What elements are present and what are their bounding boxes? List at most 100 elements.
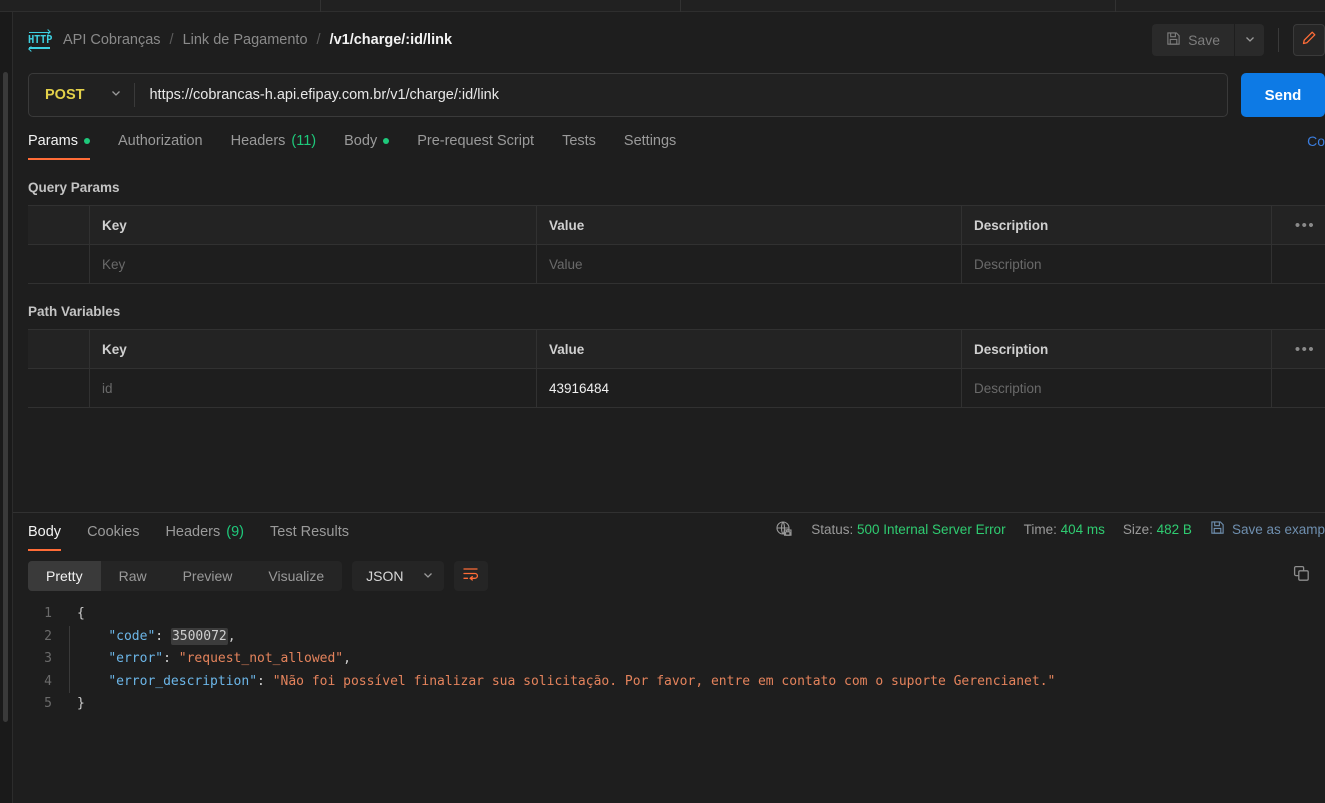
path-variable-description-input[interactable]: Description bbox=[962, 369, 1272, 407]
path-variable-value-input[interactable]: 43916484 bbox=[537, 369, 962, 407]
globe-lock-icon[interactable] bbox=[775, 520, 793, 538]
status-label: Status: bbox=[811, 521, 854, 537]
query-params-title: Query Params bbox=[28, 180, 120, 195]
copy-icon bbox=[1293, 565, 1310, 587]
chevron-down-icon bbox=[422, 568, 434, 584]
json-number: 3500072 bbox=[170, 627, 228, 645]
table-row: Key Value Description bbox=[28, 245, 1325, 284]
modified-dot-icon bbox=[83, 138, 90, 144]
response-pane: Body Cookies Headers (9) Test Results St… bbox=[13, 512, 1325, 803]
json-colon: : bbox=[163, 651, 179, 666]
path-variable-key-input[interactable]: id bbox=[90, 369, 537, 407]
response-view-toolbar: Pretty Raw Preview Visualize JSON bbox=[13, 551, 1325, 591]
code-text: } bbox=[77, 696, 85, 711]
response-tab-headers[interactable]: Headers (9) bbox=[165, 513, 244, 551]
column-header-description: Description bbox=[962, 330, 1272, 368]
tab-settings[interactable]: Settings bbox=[624, 122, 676, 160]
url-input[interactable]: https://cobrancas-h.api.efipay.com.br/v1… bbox=[135, 87, 1227, 103]
tab-pre-request-script-label: Pre-request Script bbox=[417, 133, 535, 149]
chevron-down-icon bbox=[1244, 33, 1256, 48]
tab-headers[interactable]: Headers (11) bbox=[231, 122, 317, 160]
modified-dot-icon bbox=[383, 138, 390, 144]
code-line: 1 { bbox=[13, 603, 1325, 626]
view-mode-raw[interactable]: Raw bbox=[101, 561, 165, 591]
json-comma: , bbox=[227, 628, 236, 644]
request-tabs: Params Authorization Headers (11) Body P… bbox=[13, 122, 1325, 160]
fold-gutter bbox=[65, 603, 77, 626]
http-protocol-icon: HTTP bbox=[28, 28, 52, 52]
response-tab-body[interactable]: Body bbox=[28, 513, 62, 551]
column-options[interactable]: ••• bbox=[1272, 330, 1325, 368]
path-variables-table: Key Value Description ••• id 43916484 De… bbox=[28, 329, 1325, 408]
view-mode-pretty[interactable]: Pretty bbox=[28, 561, 101, 591]
edit-request-button[interactable] bbox=[1293, 24, 1325, 56]
row-checkbox-cell[interactable] bbox=[28, 369, 90, 407]
breadcrumb-item-folder[interactable]: Link de Pagamento bbox=[183, 32, 308, 48]
tab-divider bbox=[320, 0, 321, 12]
send-button[interactable]: Send bbox=[1241, 73, 1325, 117]
path-variables-table-wrap: Key Value Description ••• id 43916484 De… bbox=[28, 329, 1325, 408]
tab-pre-request-script[interactable]: Pre-request Script bbox=[417, 122, 534, 160]
column-header-value: Value bbox=[537, 330, 962, 368]
response-format-selector[interactable]: JSON bbox=[352, 561, 444, 591]
query-param-description-input[interactable]: Description bbox=[962, 245, 1272, 283]
word-wrap-button[interactable] bbox=[453, 561, 488, 591]
sidebar-rail bbox=[0, 12, 13, 803]
select-all-cell[interactable] bbox=[28, 330, 90, 368]
json-colon: : bbox=[155, 628, 171, 644]
code-line: 5 } bbox=[13, 693, 1325, 716]
header-actions: Save bbox=[1152, 12, 1325, 68]
view-mode-preview[interactable]: Preview bbox=[165, 561, 251, 591]
copy-response-button[interactable] bbox=[1286, 561, 1316, 591]
breadcrumb-item-request[interactable]: /v1/charge/:id/link bbox=[330, 32, 453, 48]
tab-authorization[interactable]: Authorization bbox=[118, 122, 203, 160]
query-params-table: Key Value Description ••• Key Value Desc… bbox=[28, 205, 1325, 284]
table-header-row: Key Value Description ••• bbox=[28, 206, 1325, 245]
response-tab-test-results[interactable]: Test Results bbox=[270, 513, 349, 551]
method-selector[interactable]: POST bbox=[29, 74, 134, 116]
save-as-example-label: Save as examp bbox=[1231, 521, 1325, 537]
breadcrumb: API Cobranças / Link de Pagamento / /v1/… bbox=[63, 32, 452, 48]
response-tab-headers-count: (9) bbox=[226, 524, 244, 540]
response-tab-body-label: Body bbox=[28, 524, 62, 540]
workspace-tab-strip[interactable] bbox=[0, 0, 1325, 12]
code-text: "error": "request_not_allowed", bbox=[77, 648, 351, 671]
tab-headers-count: (11) bbox=[291, 133, 317, 149]
row-actions bbox=[1272, 245, 1325, 283]
save-button[interactable]: Save bbox=[1152, 24, 1234, 56]
save-options-button[interactable] bbox=[1234, 24, 1264, 56]
sidebar-scrollbar[interactable] bbox=[3, 72, 8, 722]
line-number: 3 bbox=[44, 651, 52, 666]
column-header-value: Value bbox=[537, 206, 962, 244]
select-all-cell[interactable] bbox=[28, 206, 90, 244]
query-param-key-input[interactable]: Key bbox=[90, 245, 537, 283]
request-pane: HTTP API Cobranças / Link de Pagamento /… bbox=[13, 12, 1325, 803]
tab-params[interactable]: Params bbox=[28, 122, 90, 160]
tab-body[interactable]: Body bbox=[344, 122, 390, 160]
size-label: Size: bbox=[1122, 521, 1153, 537]
query-params-table-wrap: Key Value Description ••• Key Value Desc… bbox=[28, 205, 1325, 284]
response-body-code[interactable]: 1 { 2 "code": 3500072, 3 "error": "reque… bbox=[13, 603, 1325, 716]
line-number: 5 bbox=[44, 696, 52, 711]
url-input-group: POST https://cobrancas-h.api.efipay.com.… bbox=[28, 73, 1228, 117]
chevron-down-icon bbox=[110, 86, 122, 104]
column-options[interactable]: ••• bbox=[1272, 206, 1325, 244]
query-param-value-input[interactable]: Value bbox=[537, 245, 962, 283]
word-wrap-icon bbox=[462, 566, 479, 586]
ellipsis-icon[interactable]: ••• bbox=[1295, 341, 1315, 358]
row-checkbox-cell[interactable] bbox=[28, 245, 90, 283]
line-number: 4 bbox=[44, 673, 52, 689]
cookies-link[interactable]: Co bbox=[1307, 133, 1325, 149]
json-string: "Não foi possível finalizar sua solicita… bbox=[272, 673, 1056, 689]
params-section: Query Params Key Value Description ••• K… bbox=[13, 160, 1325, 408]
table-row: id 43916484 Description bbox=[28, 369, 1325, 408]
ellipsis-icon[interactable]: ••• bbox=[1295, 217, 1315, 234]
save-as-example-button[interactable]: Save as examp bbox=[1210, 520, 1325, 538]
response-view-mode-group: Pretty Raw Preview Visualize bbox=[28, 561, 343, 591]
row-actions bbox=[1272, 369, 1325, 407]
breadcrumb-item-collection[interactable]: API Cobranças bbox=[63, 32, 161, 48]
response-tab-cookies[interactable]: Cookies bbox=[87, 513, 139, 551]
view-mode-visualize[interactable]: Visualize bbox=[250, 561, 342, 591]
json-key: "code" bbox=[108, 628, 156, 644]
tab-tests[interactable]: Tests bbox=[562, 122, 596, 160]
